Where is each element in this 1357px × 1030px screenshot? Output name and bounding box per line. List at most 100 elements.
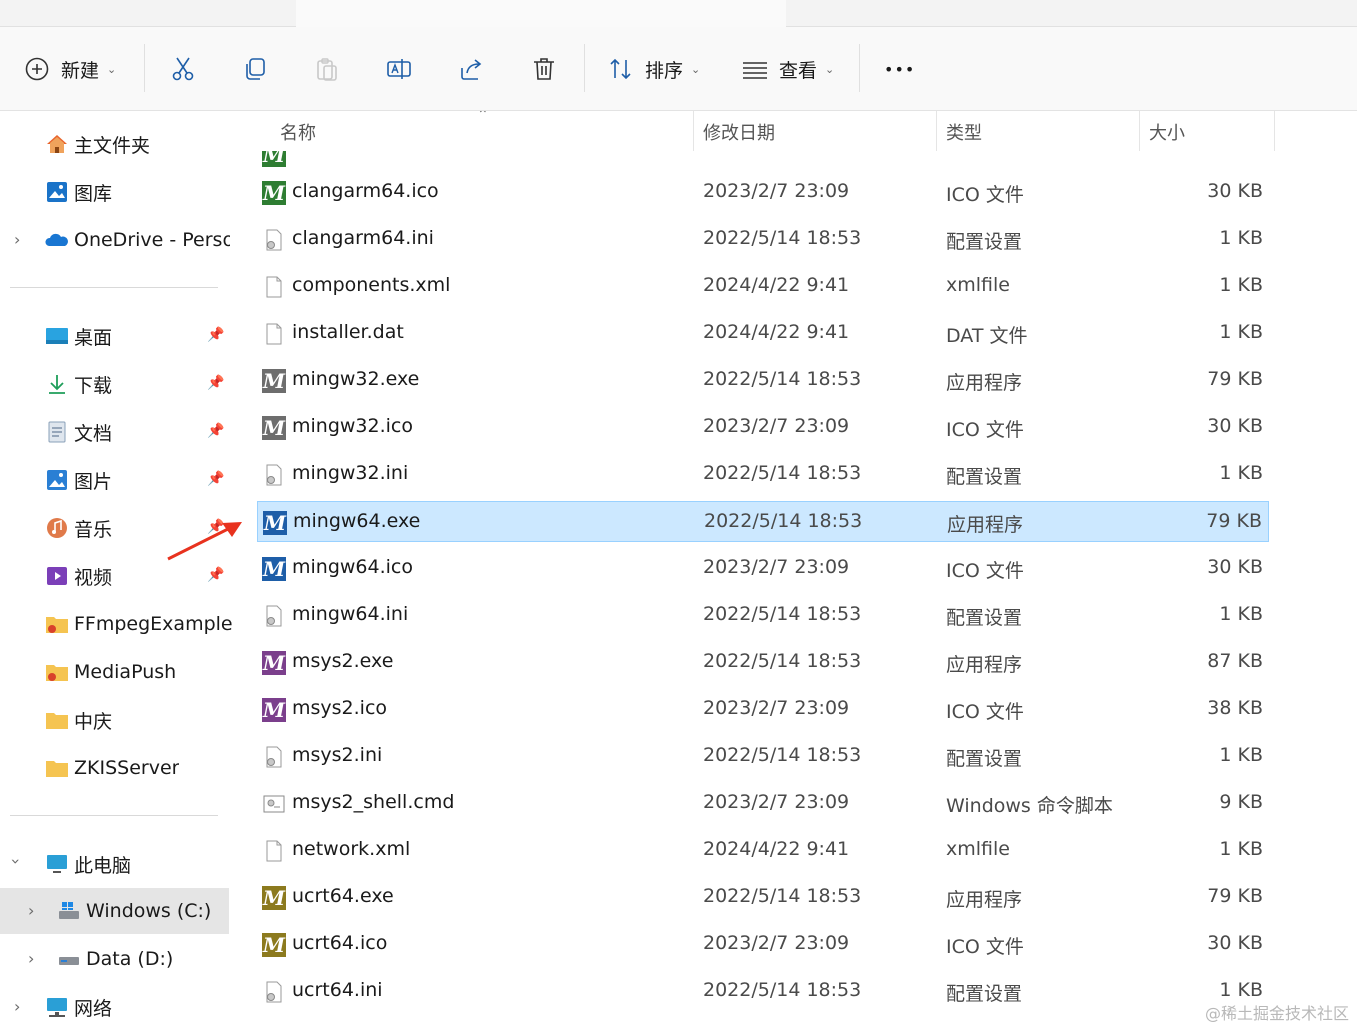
column-type[interactable]: 类型 — [946, 119, 982, 145]
sort-button[interactable]: 排序 ⌄ — [608, 27, 700, 111]
sort-label: 排序 — [645, 59, 684, 82]
ini-icon — [262, 228, 286, 252]
table-row[interactable]: Mucrt64.exe 2022/5/14 18:53 应用程序 79 KB — [257, 877, 1269, 918]
nav-item-drive-d[interactable]: Data (D:) — [57, 936, 173, 982]
nav-label: 文档 — [74, 422, 113, 445]
nav-item-network[interactable]: 网络 — [45, 984, 112, 1030]
drive-icon — [57, 947, 81, 971]
nav-item-downloads[interactable]: 下载 — [45, 361, 112, 407]
table-row[interactable]: msys2_shell.cmd 2023/2/7 23:09 Windows 命令脚… — [257, 783, 1269, 824]
file-icon — [262, 839, 286, 863]
nav-item-music[interactable]: 音乐 — [45, 505, 112, 551]
new-button[interactable]: 新建 ⌄ — [24, 27, 116, 111]
expand-chevron-icon[interactable]: › — [28, 901, 34, 920]
table-row[interactable]: components.xml 2024/4/22 9:41 xmlfile 1 KB — [257, 266, 1269, 307]
copy-button[interactable] — [242, 27, 268, 111]
nav-label: 视频 — [74, 566, 113, 589]
delete-button[interactable] — [531, 27, 557, 111]
file-size: 1 KB — [1219, 838, 1263, 860]
nav-item-mediapush[interactable]: MediaPush — [45, 649, 176, 695]
cut-button[interactable] — [170, 27, 196, 111]
table-row[interactable]: Mmsys2.exe 2022/5/14 18:53 应用程序 87 KB — [257, 642, 1269, 683]
file-name: components.xml — [292, 274, 451, 296]
nav-item-onedrive[interactable]: OneDrive - Persor — [45, 217, 230, 263]
pin-icon[interactable]: 📌 — [207, 375, 224, 391]
table-row-selected[interactable]: Mmingw64.exe 2022/5/14 18:53 应用程序 79 KB — [257, 501, 1269, 542]
nav-item-ffmpegexample[interactable]: FFmpegExample — [45, 601, 233, 647]
rename-icon — [387, 59, 411, 79]
nav-item-zkisserver[interactable]: ZKISServer — [45, 745, 179, 791]
table-row[interactable]: mingw64.ini 2022/5/14 18:53 配置设置 1 KB — [257, 595, 1269, 636]
file-date: 2024/4/22 9:41 — [703, 274, 850, 296]
column-separator[interactable] — [1274, 111, 1275, 151]
table-row[interactable]: network.xml 2024/4/22 9:41 xmlfile 1 KB — [257, 830, 1269, 871]
nav-item-desktop[interactable]: 桌面 — [45, 313, 112, 359]
nav-item-videos[interactable]: 视频 — [45, 553, 112, 599]
table-row[interactable]: Mclangarm64.ico 2023/2/7 23:09 ICO 文件 30 KB — [257, 172, 1269, 213]
share-button[interactable] — [459, 27, 485, 111]
file-name: msys2_shell.cmd — [292, 791, 455, 813]
file-name: network.xml — [292, 838, 411, 860]
file-type: xmlfile — [946, 274, 1010, 296]
view-button[interactable]: 查看 ⌄ — [742, 27, 834, 111]
file-size: 30 KB — [1207, 180, 1263, 202]
nav-item-home[interactable]: 主文件夹 — [45, 121, 150, 167]
expand-chevron-icon[interactable]: › — [14, 230, 20, 249]
nav-label: Windows (C:) — [86, 900, 212, 922]
table-row[interactable]: Mmingw32.exe 2022/5/14 18:53 应用程序 79 KB — [257, 360, 1269, 401]
paste-button[interactable] — [314, 27, 340, 111]
table-row[interactable]: clangarm64.ini 2022/5/14 18:53 配置设置 1 KB — [257, 219, 1269, 260]
nav-item-this-pc[interactable]: 此电脑 — [45, 841, 131, 887]
table-row[interactable]: Mmingw64.ico 2023/2/7 23:09 ICO 文件 30 KB — [257, 548, 1269, 589]
nav-item-gallery[interactable]: 图库 — [45, 169, 112, 215]
gallery-icon — [45, 180, 69, 204]
pin-icon[interactable]: 📌 — [207, 327, 224, 343]
file-date: 2022/5/14 18:53 — [703, 885, 862, 907]
download-icon — [45, 372, 69, 396]
nav-item-zhongqing[interactable]: 中庆 — [45, 697, 112, 743]
file-date: 2024/4/22 9:41 — [703, 321, 850, 343]
file-size: 1 KB — [1219, 979, 1263, 1001]
more-button[interactable]: ••• — [884, 27, 915, 111]
m-icon: M — [262, 651, 286, 675]
column-separator[interactable] — [1139, 111, 1140, 151]
copy-icon — [246, 58, 265, 80]
table-row[interactable]: ucrt64.ini 2022/5/14 18:53 配置设置 1 KB — [257, 971, 1269, 1012]
rename-button[interactable] — [386, 27, 412, 111]
file-date: 2022/5/14 18:53 — [703, 462, 862, 484]
file-size: 30 KB — [1207, 415, 1263, 437]
column-date[interactable]: 修改日期 — [703, 119, 775, 145]
nav-item-documents[interactable]: 文档 — [45, 409, 112, 455]
table-row[interactable]: msys2.ini 2022/5/14 18:53 配置设置 1 KB — [257, 736, 1269, 777]
pin-icon[interactable]: 📌 — [207, 567, 224, 583]
collapse-chevron-icon[interactable]: › — [7, 858, 26, 864]
nav-divider — [10, 287, 218, 288]
file-type: ICO 文件 — [946, 936, 1024, 958]
active-tab[interactable] — [296, 0, 786, 27]
m-icon: M — [262, 886, 286, 910]
column-separator[interactable] — [936, 111, 937, 151]
list-view-icon — [743, 62, 767, 79]
table-row[interactable]: installer.dat 2024/4/22 9:41 DAT 文件 1 KB — [257, 313, 1269, 354]
table-row[interactable]: Mmsys2.ico 2023/2/7 23:09 ICO 文件 38 KB — [257, 689, 1269, 730]
file-type: Windows 命令脚本 — [946, 795, 1113, 817]
nav-item-pictures[interactable]: 图片 — [45, 457, 112, 503]
column-separator[interactable] — [693, 111, 694, 151]
expand-chevron-icon[interactable]: › — [28, 949, 34, 968]
table-row[interactable]: Mmingw32.ico 2023/2/7 23:09 ICO 文件 30 KB — [257, 407, 1269, 448]
file-type: ICO 文件 — [946, 419, 1024, 441]
network-icon — [45, 995, 69, 1019]
nav-label: OneDrive - Persor — [74, 229, 230, 251]
file-size: 79 KB — [1207, 368, 1263, 390]
pin-icon[interactable]: 📌 — [207, 471, 224, 487]
expand-chevron-icon[interactable]: › — [14, 997, 20, 1016]
table-row[interactable]: Mucrt64.ico 2023/2/7 23:09 ICO 文件 30 KB — [257, 924, 1269, 965]
pin-icon[interactable]: 📌 — [207, 423, 224, 439]
file-name: mingw32.ico — [292, 415, 413, 437]
column-name[interactable]: 名称 — [280, 119, 316, 145]
cmd-icon — [262, 792, 286, 816]
command-bar: 新建 ⌄ 排序 ⌄ 查看 ⌄ ••• — [0, 27, 1357, 111]
table-row[interactable]: mingw32.ini 2022/5/14 18:53 配置设置 1 KB — [257, 454, 1269, 495]
file-date: 2022/5/14 18:53 — [703, 744, 862, 766]
column-size[interactable]: 大小 — [1149, 119, 1185, 145]
